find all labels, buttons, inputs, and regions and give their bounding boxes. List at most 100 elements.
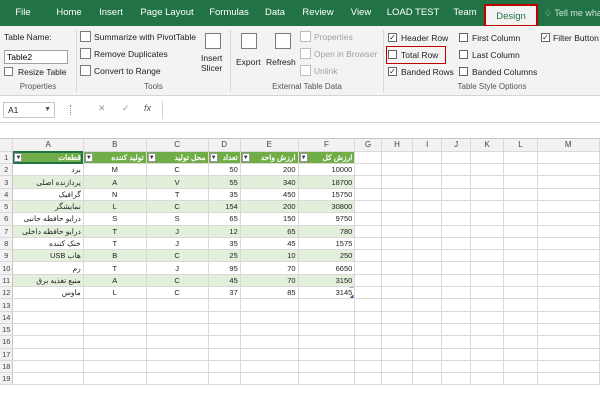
row-header[interactable]: 12 (0, 286, 14, 300)
cell[interactable] (470, 323, 505, 337)
cell[interactable] (412, 261, 443, 275)
cell[interactable] (470, 188, 505, 201)
cell[interactable] (208, 348, 241, 361)
cell[interactable] (503, 335, 538, 349)
tab-formulas[interactable]: Formulas (205, 0, 253, 26)
cell[interactable] (503, 298, 538, 312)
cell[interactable] (381, 348, 414, 361)
summarize-pivot-button[interactable]: Summarize with PivotTable (80, 31, 198, 44)
cell[interactable] (441, 298, 472, 312)
row-header[interactable]: 4 (0, 188, 14, 201)
cell[interactable] (240, 311, 299, 324)
table-name-input[interactable] (4, 50, 68, 64)
cell[interactable] (381, 212, 414, 226)
table-cell[interactable]: T (83, 225, 147, 238)
cell[interactable] (412, 372, 443, 386)
cell[interactable] (381, 249, 414, 263)
table-cell[interactable]: T (83, 261, 147, 275)
table-cell[interactable]: 70 (240, 274, 299, 288)
cell[interactable] (503, 163, 538, 177)
cell[interactable] (381, 286, 414, 300)
cell[interactable] (441, 151, 472, 165)
table-cell[interactable]: 65 (240, 225, 299, 238)
row-header[interactable]: 5 (0, 200, 14, 214)
cell[interactable] (503, 348, 538, 361)
cell[interactable] (354, 225, 382, 238)
tab-team[interactable]: Team (450, 0, 480, 26)
cell[interactable] (381, 372, 414, 386)
filter-button-checkbox[interactable]: ✓ (541, 33, 550, 42)
table-cell[interactable]: منبع تغذیه برق (12, 274, 84, 288)
table-cell[interactable]: A (83, 175, 147, 189)
table-cell[interactable]: نمایشگر (12, 200, 84, 214)
cell[interactable] (470, 151, 505, 165)
filter-dropdown-icon[interactable]: ▼ (299, 152, 308, 162)
table-cell[interactable]: 95 (208, 261, 241, 275)
tab-page-layout[interactable]: Page Layout (136, 0, 198, 26)
cell[interactable] (537, 175, 600, 189)
table-cell[interactable]: 35 (208, 188, 241, 201)
cell[interactable] (470, 335, 505, 349)
cell[interactable] (381, 261, 414, 275)
cell[interactable] (441, 163, 472, 177)
column-header-f[interactable]: F (298, 139, 356, 152)
cell[interactable] (503, 372, 538, 386)
tab-insert[interactable]: Insert (94, 0, 128, 26)
cell[interactable] (470, 212, 505, 226)
cell[interactable] (354, 298, 382, 312)
table-cell[interactable]: A (83, 274, 147, 288)
table-cell[interactable]: 70 (240, 261, 299, 275)
table-cell[interactable]: B (83, 249, 147, 263)
cell[interactable] (240, 372, 299, 386)
cell[interactable] (537, 372, 600, 386)
cell[interactable] (441, 212, 472, 226)
table-cell[interactable]: T (146, 188, 209, 201)
table-cell[interactable]: 10 (240, 249, 299, 263)
table-cell[interactable]: T (83, 237, 147, 251)
cell[interactable] (537, 188, 600, 201)
column-header-d[interactable]: D (208, 139, 241, 152)
cell[interactable] (537, 237, 600, 251)
table-cell[interactable]: 9750 (298, 212, 356, 226)
cell[interactable] (537, 360, 600, 374)
column-header-k[interactable]: K (470, 139, 505, 152)
cell[interactable] (354, 286, 382, 300)
table-header-cell[interactable]: ▼ ارزش واحد (240, 151, 299, 165)
cell[interactable] (412, 348, 443, 361)
filter-button-option[interactable]: ✓ Filter Button (541, 32, 600, 44)
cell[interactable] (240, 335, 299, 349)
cell[interactable] (470, 163, 505, 177)
properties-button[interactable]: Properties (300, 31, 378, 44)
insert-slicer-button[interactable]: Insert Slicer (198, 31, 228, 81)
column-header-b[interactable]: B (83, 139, 147, 152)
cell[interactable] (470, 298, 505, 312)
banded-rows-checkbox[interactable]: ✓ (388, 67, 397, 76)
cell[interactable] (298, 360, 356, 374)
cell[interactable] (146, 335, 209, 349)
table-cell[interactable]: L (83, 200, 147, 214)
cell[interactable] (537, 163, 600, 177)
filter-dropdown-icon[interactable]: ▼ (147, 152, 156, 162)
row-header[interactable]: 11 (0, 274, 14, 288)
cell[interactable] (240, 323, 299, 337)
cell[interactable] (537, 151, 600, 165)
cell[interactable] (441, 348, 472, 361)
cell[interactable] (354, 335, 382, 349)
cell[interactable] (412, 249, 443, 263)
cell[interactable] (381, 360, 414, 374)
cell[interactable] (354, 163, 382, 177)
table-cell[interactable]: 65 (208, 212, 241, 226)
header-row-checkbox[interactable]: ✓ (388, 33, 397, 42)
cell[interactable] (412, 163, 443, 177)
cell[interactable] (83, 323, 147, 337)
cell[interactable] (441, 188, 472, 201)
refresh-button[interactable]: Refresh (266, 31, 300, 81)
cell[interactable] (537, 311, 600, 324)
tab-file[interactable]: File (8, 0, 38, 26)
table-cell[interactable]: L (83, 286, 147, 300)
table-cell[interactable]: J (146, 237, 209, 251)
cell[interactable] (354, 249, 382, 263)
cell[interactable] (381, 200, 414, 214)
cell[interactable] (470, 200, 505, 214)
cell[interactable] (12, 360, 84, 374)
